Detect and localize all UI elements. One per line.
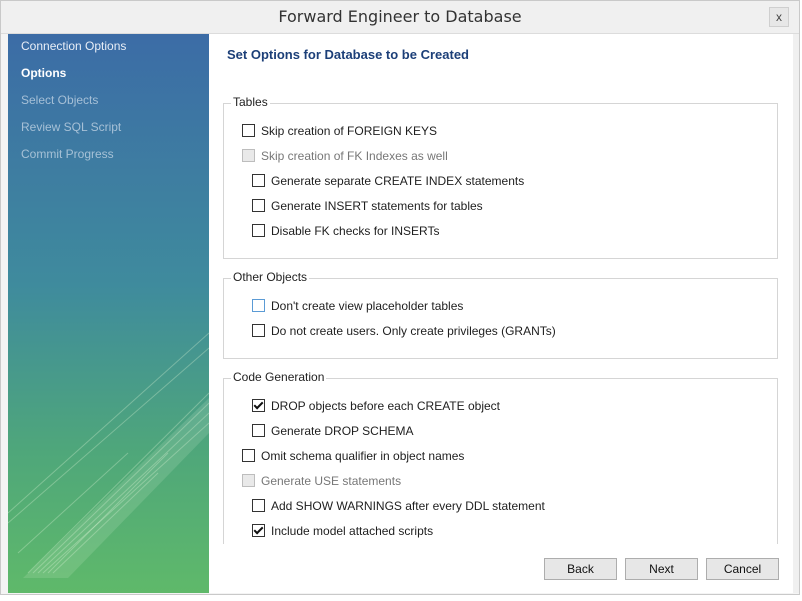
checkbox-label: DROP objects before each CREATE object <box>271 399 500 413</box>
tables-group-title: Tables <box>231 95 270 109</box>
checkbox-label: Do not create users. Only create privile… <box>271 324 556 338</box>
checkbox-label: Add SHOW WARNINGS after every DDL statem… <box>271 499 545 513</box>
sidebar-decoration <box>8 332 209 578</box>
generate-insert-checkbox[interactable]: Generate INSERT statements for tables <box>252 199 483 213</box>
checkbox-box[interactable] <box>242 149 255 163</box>
step-commit-progress[interactable]: Commit Progress <box>21 147 114 161</box>
checkbox-box[interactable] <box>252 299 265 313</box>
checkbox-box[interactable] <box>242 474 255 488</box>
checkbox-label: Omit schema qualifier in object names <box>261 449 465 463</box>
checkbox-label: Skip creation of FK Indexes as well <box>261 149 448 163</box>
code-generation-group-title: Code Generation <box>231 370 327 384</box>
other-objects-group: Other Objects Don't create view placehol… <box>223 270 778 359</box>
tables-group: Tables Skip creation of FOREIGN KEYS Ski… <box>223 95 778 259</box>
checkbox-label: Generate USE statements <box>261 474 402 488</box>
step-select-objects[interactable]: Select Objects <box>21 93 98 107</box>
skip-fk-indexes-checkbox[interactable]: Skip creation of FK Indexes as well <box>242 149 448 163</box>
no-create-users-checkbox[interactable]: Do not create users. Only create privile… <box>252 324 556 338</box>
step-connection-options[interactable]: Connection Options <box>21 39 126 53</box>
dialog-window: Forward Engineer to Database x Connectio… <box>0 0 800 595</box>
checkbox-label: Disable FK checks for INSERTs <box>271 224 440 238</box>
title-bar: Forward Engineer to Database x <box>1 1 799 34</box>
checkbox-box[interactable] <box>242 124 255 138</box>
window-title: Forward Engineer to Database <box>278 7 522 26</box>
checkbox-box[interactable] <box>252 524 265 538</box>
options-panel: Set Options for Database to be Created T… <box>209 34 799 593</box>
drop-objects-checkbox[interactable]: DROP objects before each CREATE object <box>252 399 500 413</box>
checkbox-label: Generate separate CREATE INDEX statement… <box>271 174 525 188</box>
checkbox-label: Don't create view placeholder tables <box>271 299 464 313</box>
checkbox-box[interactable] <box>252 199 265 213</box>
checkbox-label: Generate INSERT statements for tables <box>271 199 483 213</box>
back-button[interactable]: Back <box>544 558 617 580</box>
checkbox-box[interactable] <box>252 399 265 413</box>
checkbox-box[interactable] <box>252 424 265 438</box>
checkbox-box[interactable] <box>252 174 265 188</box>
include-attached-scripts-checkbox[interactable]: Include model attached scripts <box>252 524 433 538</box>
close-button[interactable]: x <box>769 7 789 27</box>
separate-create-index-checkbox[interactable]: Generate separate CREATE INDEX statement… <box>252 174 524 188</box>
page-title: Set Options for Database to be Created <box>227 47 469 62</box>
vertical-scrollbar[interactable] <box>793 34 799 593</box>
checkbox-label: Generate DROP SCHEMA <box>271 424 414 438</box>
code-generation-group: Code Generation DROP objects before each… <box>223 370 778 544</box>
other-objects-group-title: Other Objects <box>231 270 310 284</box>
generate-drop-schema-checkbox[interactable]: Generate DROP SCHEMA <box>252 424 414 438</box>
step-review-sql-script[interactable]: Review SQL Script <box>21 120 121 134</box>
wizard-steps-sidebar: Connection Options Options Select Object… <box>8 34 209 593</box>
checkbox-box[interactable] <box>252 224 265 238</box>
checkbox-label: Include model attached scripts <box>271 524 434 538</box>
skip-foreign-keys-checkbox[interactable]: Skip creation of FOREIGN KEYS <box>242 124 437 138</box>
generate-use-statements-checkbox[interactable]: Generate USE statements <box>242 474 401 488</box>
cancel-button[interactable]: Cancel <box>706 558 779 580</box>
checkbox-box[interactable] <box>242 449 255 463</box>
omit-schema-qualifier-checkbox[interactable]: Omit schema qualifier in object names <box>242 449 464 463</box>
checkbox-box[interactable] <box>252 499 265 513</box>
checkbox-box[interactable] <box>252 324 265 338</box>
disable-fk-checks-checkbox[interactable]: Disable FK checks for INSERTs <box>252 224 440 238</box>
checkbox-label: Skip creation of FOREIGN KEYS <box>261 124 438 138</box>
no-view-placeholder-checkbox[interactable]: Don't create view placeholder tables <box>252 299 463 313</box>
show-warnings-checkbox[interactable]: Add SHOW WARNINGS after every DDL statem… <box>252 499 545 513</box>
step-options[interactable]: Options <box>21 66 66 80</box>
next-button[interactable]: Next <box>625 558 698 580</box>
